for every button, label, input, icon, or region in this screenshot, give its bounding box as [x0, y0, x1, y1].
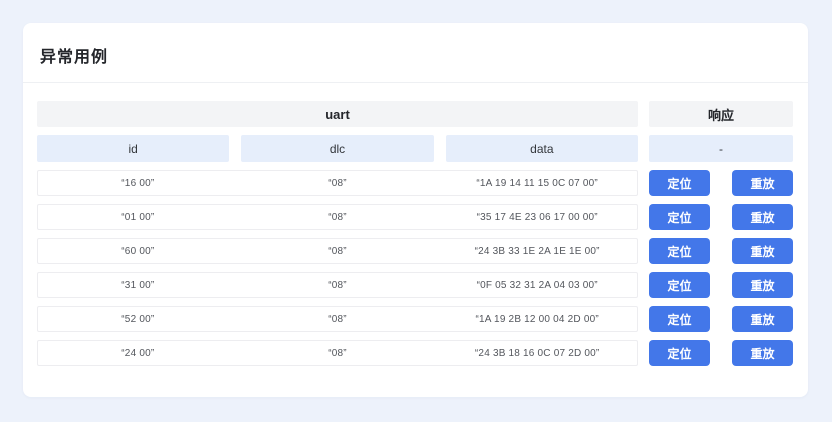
cell-data: “35 17 4E 23 06 17 00 00” — [437, 205, 637, 229]
row-uart-values: “01 00” “08” “35 17 4E 23 06 17 00 00” — [37, 204, 638, 230]
row-uart-values: “60 00” “08” “24 3B 33 1E 2A 1E 1E 00” — [37, 238, 638, 264]
table-row: “60 00” “08” “24 3B 33 1E 2A 1E 1E 00” 定… — [37, 238, 793, 264]
group-header-response: 响应 — [649, 101, 793, 127]
cell-id: “01 00” — [38, 205, 238, 229]
cell-data: “24 3B 33 1E 2A 1E 1E 00” — [437, 239, 637, 263]
subheader-row: id dlc data - — [37, 135, 793, 162]
row-uart-values: “24 00” “08” “24 3B 18 16 0C 07 2D 00” — [37, 340, 638, 366]
locate-button[interactable]: 定位 — [649, 306, 710, 332]
group-header-uart: uart — [37, 101, 638, 127]
replay-button[interactable]: 重放 — [732, 238, 793, 264]
replay-button[interactable]: 重放 — [732, 272, 793, 298]
locate-button[interactable]: 定位 — [649, 272, 710, 298]
cell-id: “52 00” — [38, 307, 238, 331]
locate-button[interactable]: 定位 — [649, 170, 710, 196]
replay-button[interactable]: 重放 — [732, 340, 793, 366]
column-header-id: id — [37, 135, 229, 162]
cell-id: “16 00” — [38, 171, 238, 195]
cell-id: “24 00” — [38, 341, 238, 365]
replay-button[interactable]: 重放 — [732, 306, 793, 332]
cell-data: “1A 19 14 11 15 0C 07 00” — [437, 171, 637, 195]
locate-button[interactable]: 定位 — [649, 340, 710, 366]
column-header-data: data — [446, 135, 638, 162]
table-row: “52 00” “08” “1A 19 2B 12 00 04 2D 00” 定… — [37, 306, 793, 332]
cases-table: uart 响应 id dlc data - “16 00” “08” “1A 1… — [23, 83, 808, 366]
locate-button[interactable]: 定位 — [649, 238, 710, 264]
cell-id: “31 00” — [38, 273, 238, 297]
cell-dlc: “08” — [238, 239, 438, 263]
row-uart-values: “52 00” “08” “1A 19 2B 12 00 04 2D 00” — [37, 306, 638, 332]
cell-dlc: “08” — [238, 205, 438, 229]
group-header-row: uart 响应 — [37, 101, 793, 127]
cell-data: “24 3B 18 16 0C 07 2D 00” — [437, 341, 637, 365]
cell-dlc: “08” — [238, 341, 438, 365]
table-row: “01 00” “08” “35 17 4E 23 06 17 00 00” 定… — [37, 204, 793, 230]
table-row: “16 00” “08” “1A 19 14 11 15 0C 07 00” 定… — [37, 170, 793, 196]
column-header-dlc: dlc — [241, 135, 433, 162]
row-uart-values: “16 00” “08” “1A 19 14 11 15 0C 07 00” — [37, 170, 638, 196]
page-title: 异常用例 — [40, 43, 791, 67]
cell-data: “1A 19 2B 12 00 04 2D 00” — [437, 307, 637, 331]
card-header: 异常用例 — [23, 23, 808, 83]
locate-button[interactable]: 定位 — [649, 204, 710, 230]
replay-button[interactable]: 重放 — [732, 170, 793, 196]
replay-button[interactable]: 重放 — [732, 204, 793, 230]
cell-dlc: “08” — [238, 171, 438, 195]
table-row: “31 00” “08” “0F 05 32 31 2A 04 03 00” 定… — [37, 272, 793, 298]
row-uart-values: “31 00” “08” “0F 05 32 31 2A 04 03 00” — [37, 272, 638, 298]
cell-dlc: “08” — [238, 273, 438, 297]
table-row: “24 00” “08” “24 3B 18 16 0C 07 2D 00” 定… — [37, 340, 793, 366]
cell-dlc: “08” — [238, 307, 438, 331]
cell-id: “60 00” — [38, 239, 238, 263]
column-header-response-placeholder: - — [649, 135, 793, 162]
cell-data: “0F 05 32 31 2A 04 03 00” — [437, 273, 637, 297]
abnormal-cases-card: 异常用例 uart 响应 id dlc data - “16 — [23, 23, 808, 397]
